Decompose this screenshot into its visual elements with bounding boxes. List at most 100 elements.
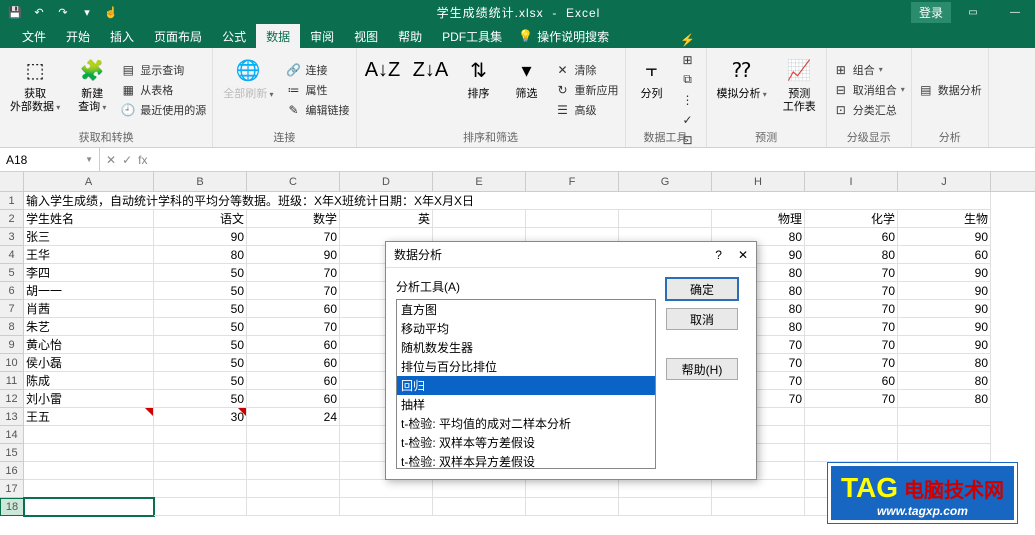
cell[interactable]: 80 <box>805 246 898 264</box>
row-header[interactable]: 1 <box>0 192 24 210</box>
cell[interactable]: 90 <box>898 336 991 354</box>
tell-me[interactable]: 💡 操作说明搜索 <box>518 28 609 45</box>
tab-文件[interactable]: 文件 <box>12 24 56 49</box>
row-header[interactable]: 18 <box>0 498 24 516</box>
touch-icon[interactable]: ☝ <box>102 3 120 21</box>
cell[interactable]: 90 <box>154 228 247 246</box>
ribbon-item[interactable]: ⧉ <box>680 71 700 89</box>
ribbon-item[interactable]: ▦从表格 <box>120 81 206 99</box>
cell[interactable] <box>619 210 712 228</box>
ribbon-item[interactable]: ✓ <box>680 111 700 129</box>
cell[interactable] <box>619 498 712 516</box>
cell[interactable]: 50 <box>154 318 247 336</box>
dialog-titlebar[interactable]: 数据分析 ? ✕ <box>386 242 756 268</box>
cell[interactable]: 70 <box>805 390 898 408</box>
cell[interactable]: 80 <box>154 246 247 264</box>
tab-公式[interactable]: 公式 <box>212 24 256 49</box>
row-header[interactable]: 3 <box>0 228 24 246</box>
cell[interactable]: 90 <box>898 264 991 282</box>
cell[interactable] <box>526 498 619 516</box>
text-to-col[interactable]: ⫟分列 <box>632 52 672 127</box>
get-data[interactable]: ⬚获取外部数据 <box>6 52 64 127</box>
cell[interactable] <box>247 498 340 516</box>
undo-icon[interactable]: ↶ <box>30 3 48 21</box>
cell[interactable] <box>24 462 154 480</box>
cell[interactable]: 物理 <box>712 210 805 228</box>
cell[interactable] <box>154 444 247 462</box>
az[interactable]: A↓Z <box>363 52 403 127</box>
cell[interactable] <box>712 498 805 516</box>
cell[interactable]: 70 <box>247 264 340 282</box>
cell[interactable]: 输入学生成绩，自动统计学科的平均分等数据。班级：X年X班统计日期：X年X月X日 <box>24 192 991 210</box>
list-item[interactable]: 随机数发生器 <box>397 338 655 357</box>
forecast[interactable]: 📈预测工作表 <box>779 52 820 127</box>
list-item[interactable]: 抽样 <box>397 395 655 414</box>
row-header[interactable]: 13 <box>0 408 24 426</box>
cell[interactable]: 60 <box>247 372 340 390</box>
cell[interactable] <box>154 462 247 480</box>
tab-开始[interactable]: 开始 <box>56 24 100 49</box>
cancel-icon[interactable]: ✕ <box>106 153 116 167</box>
cell[interactable]: 80 <box>898 372 991 390</box>
tab-审阅[interactable]: 审阅 <box>300 24 344 49</box>
filter[interactable]: ▾筛选 <box>507 52 547 127</box>
cell[interactable]: 30 <box>154 408 247 426</box>
ribbon-item[interactable]: ✕清除 <box>555 61 619 79</box>
ribbon-item[interactable]: ✎编辑链接 <box>286 101 350 119</box>
cell[interactable]: 70 <box>247 228 340 246</box>
cell[interactable] <box>154 426 247 444</box>
row-header[interactable]: 17 <box>0 480 24 498</box>
cell[interactable]: 数学 <box>247 210 340 228</box>
cell[interactable] <box>24 498 154 516</box>
row-header[interactable]: 8 <box>0 318 24 336</box>
cell[interactable]: 90 <box>247 246 340 264</box>
cell[interactable]: 语文 <box>154 210 247 228</box>
column-header-I[interactable]: I <box>805 172 898 191</box>
name-box[interactable]: A18 ▼ <box>0 148 100 171</box>
row-header[interactable]: 16 <box>0 462 24 480</box>
list-item[interactable]: t-检验: 平均值的成对二样本分析 <box>397 414 655 433</box>
cell[interactable]: 朱艺 <box>24 318 154 336</box>
cell[interactable]: 肖茜 <box>24 300 154 318</box>
new-query[interactable]: 🧩新建查询 <box>72 52 112 127</box>
row-header[interactable]: 9 <box>0 336 24 354</box>
cell[interactable]: 80 <box>898 390 991 408</box>
tab-插入[interactable]: 插入 <box>100 24 144 49</box>
ribbon-item[interactable]: ⊞ <box>680 51 700 69</box>
cell[interactable] <box>247 426 340 444</box>
cell[interactable]: 60 <box>247 336 340 354</box>
row-header[interactable]: 15 <box>0 444 24 462</box>
tab-页面布局[interactable]: 页面布局 <box>144 24 212 49</box>
row-header[interactable]: 11 <box>0 372 24 390</box>
chevron-down-icon[interactable]: ▼ <box>85 155 93 164</box>
column-header-C[interactable]: C <box>247 172 340 191</box>
cell[interactable] <box>898 444 991 462</box>
cell[interactable]: 90 <box>898 318 991 336</box>
list-item[interactable]: 直方图 <box>397 300 655 319</box>
cell[interactable]: 黄心怡 <box>24 336 154 354</box>
cell[interactable]: 60 <box>805 372 898 390</box>
list-item[interactable]: 排位与百分比排位 <box>397 357 655 376</box>
tab-帮助[interactable]: 帮助 <box>388 24 432 49</box>
cancel-button[interactable]: 取消 <box>666 308 738 330</box>
cell[interactable]: 70 <box>805 354 898 372</box>
cell[interactable] <box>898 426 991 444</box>
ribbon-item[interactable]: ⊞组合 <box>833 61 905 79</box>
row-header[interactable]: 2 <box>0 210 24 228</box>
cell[interactable] <box>340 498 433 516</box>
row-header[interactable]: 12 <box>0 390 24 408</box>
list-item[interactable]: 回归 <box>397 376 655 395</box>
cell[interactable]: 刘小雷 <box>24 390 154 408</box>
cell[interactable]: 王五 <box>24 408 154 426</box>
tab-数据[interactable]: 数据 <box>256 24 300 49</box>
cell[interactable] <box>526 480 619 498</box>
cell[interactable] <box>619 480 712 498</box>
cell[interactable] <box>24 444 154 462</box>
cell[interactable] <box>247 444 340 462</box>
cell[interactable]: 60 <box>805 228 898 246</box>
minimize-icon[interactable]: — <box>995 0 1035 24</box>
close-icon[interactable]: ✕ <box>738 248 748 262</box>
cell[interactable]: 70 <box>805 336 898 354</box>
ribbon-item[interactable]: ⋮ <box>680 91 700 109</box>
cell[interactable]: 70 <box>247 282 340 300</box>
